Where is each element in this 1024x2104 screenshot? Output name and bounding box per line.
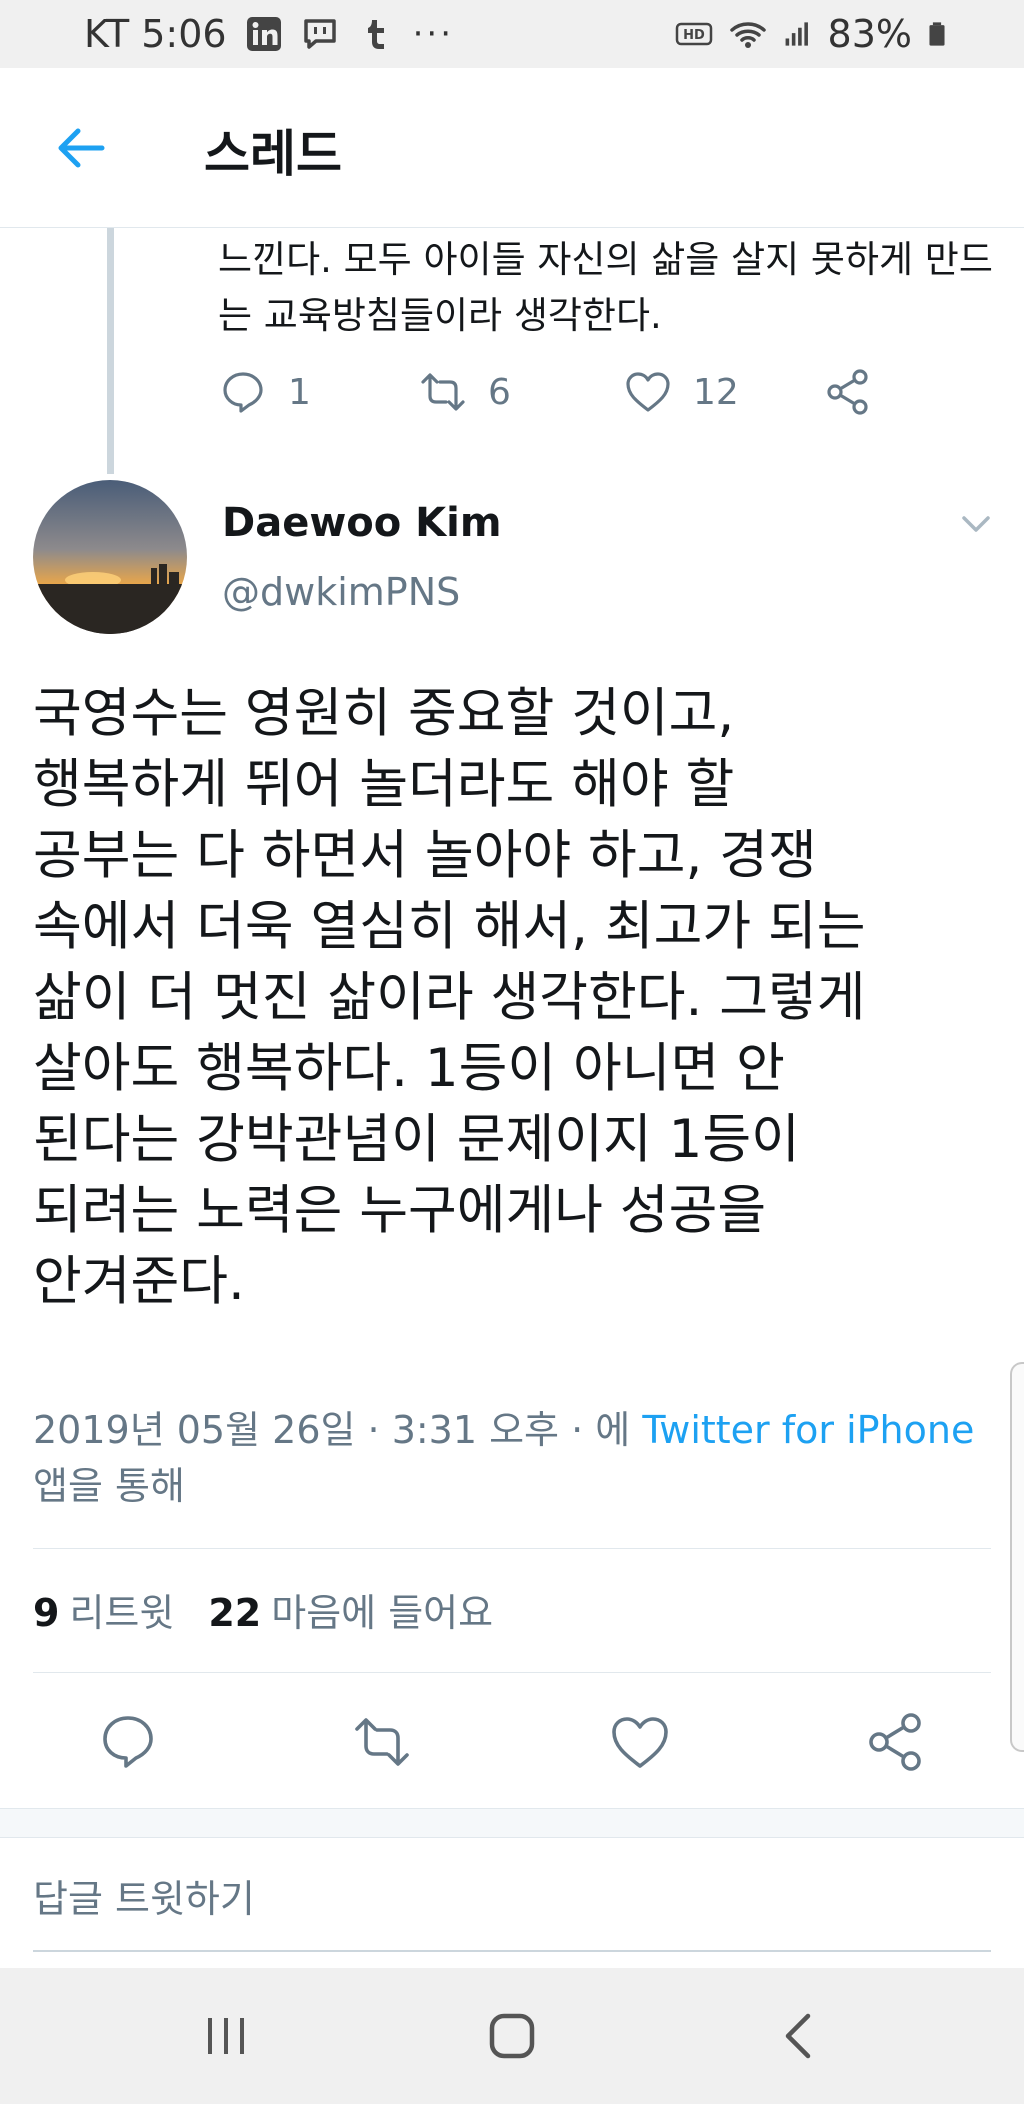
retweets-stat[interactable]: 9 리트윗 [33,1582,174,1637]
retweets-count: 9 [33,1591,60,1635]
heart-icon [612,1717,668,1768]
divider [33,1548,991,1549]
author-handle[interactable]: @dwkimPNS [222,570,460,614]
previous-like-count: 12 [693,371,739,413]
previous-tweet-actions: 1 6 12 [218,364,873,420]
avatar[interactable] [33,480,187,634]
section-separator [0,1808,1024,1838]
previous-reply-button[interactable]: 1 [218,367,418,417]
battery-level: 83% [827,12,912,56]
source-suffix: 앱을 통해 [33,1464,185,1508]
likes-count: 22 [208,1591,262,1635]
linkedin-icon [246,17,281,51]
hd-icon: HD [675,22,712,46]
like-button[interactable] [608,1710,672,1774]
recent-apps-icon[interactable] [198,2008,254,2064]
previous-retweet-button[interactable]: 6 [418,367,623,417]
retweet-icon [355,1718,409,1766]
status-bar: KT 5:06 ··· HD 83% [0,0,1024,68]
reply-button[interactable] [96,1710,160,1774]
tweet-actions [0,1710,1024,1774]
thread-connector-line [107,228,114,474]
source-link[interactable]: Twitter for iPhone [642,1408,974,1452]
carrier-time: KT 5:06 [84,12,227,56]
battery-icon [929,22,945,46]
chevron-down-icon[interactable] [956,504,996,544]
previous-retweet-count: 6 [488,371,511,413]
system-nav-bar [0,1968,1024,2104]
arrow-left-icon[interactable] [52,120,108,176]
likes-stat[interactable]: 22 마음에 들어요 [208,1582,493,1637]
tweet-date-time: 2019년 05월 26일 · 3:31 오후 · 에 [33,1408,643,1452]
share-icon [827,369,868,415]
share-button[interactable] [864,1710,928,1774]
previous-tweet-text: 느낀다. 모두 아이들 자신의 삶을 살지 못하게 만드는 교육방침들이라 생각… [218,238,993,337]
more-icon: ··· [412,14,455,54]
reply-icon [103,1716,153,1768]
likes-label: 마음에 들어요 [271,1591,494,1635]
author-name[interactable]: Daewoo Kim [222,500,502,546]
divider [33,1672,991,1673]
scroll-handle[interactable] [1010,1362,1024,1752]
status-bar-right: HD 83% [674,0,950,68]
tweet-text: 국영수는 영원히 중요할 것이고, 행복하게 뛰어 놀더라도 해야 할 공부는 … [33,683,866,1312]
previous-reply-count: 1 [288,371,311,413]
status-bar-left: KT 5:06 ··· [84,0,454,68]
page-title: 스레드 [204,125,342,183]
reply-icon [223,372,263,413]
previous-share-button[interactable] [823,367,873,417]
previous-like-button[interactable]: 12 [623,367,823,417]
retweets-label: 리트윗 [69,1591,175,1635]
sunset-avatar-image [33,480,187,634]
wifi-icon [729,22,766,48]
tumblr-icon [367,20,384,49]
signal-icon [785,22,808,46]
message-icon [303,19,336,49]
retweet-button[interactable] [350,1710,414,1774]
thread-header: 스레드 [0,68,1024,228]
back-nav-icon[interactable] [772,2008,828,2064]
home-icon[interactable] [484,2008,540,2064]
reply-input[interactable]: 답글 트윗하기 [33,1868,991,1952]
retweet-icon [421,373,465,411]
reply-placeholder: 답글 트윗하기 [33,1877,255,1921]
svg-text:HD: HD [683,28,705,43]
tweet-stats: 9 리트윗 22 마음에 들어요 [33,1582,493,1637]
heart-icon [626,372,670,412]
tweet-meta: 2019년 05월 26일 · 3:31 오후 · 에 Twitter for … [33,1402,1003,1514]
share-icon [869,1713,921,1771]
